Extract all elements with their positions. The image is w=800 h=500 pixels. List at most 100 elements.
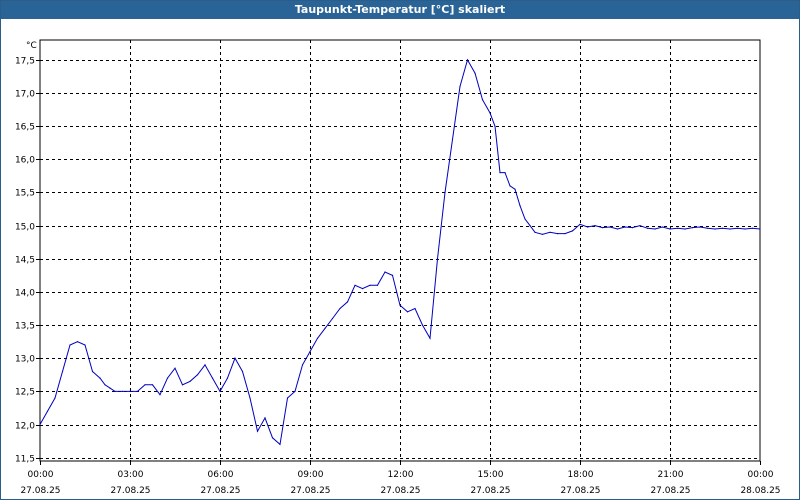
data-point [189,380,191,382]
data-point [166,377,169,379]
data-point [459,85,461,87]
data-point [324,327,326,329]
y-tick-label: 17,5 [15,57,35,67]
data-point [361,288,364,290]
data-point [249,397,251,399]
dewpoint-chart: °C 11,512,012,513,013,514,014,515,015,51… [15,39,781,496]
data-point [429,337,431,339]
data-point [514,188,516,190]
data-point [384,271,386,273]
data-point [301,364,304,366]
data-point [699,226,701,228]
x-tick-time-label: 15:00 [478,470,504,480]
data-point [204,364,206,366]
data-point [421,324,424,326]
data-point [646,227,649,229]
data-point [294,390,296,392]
data-point [159,394,161,396]
y-tick-label: 14,0 [15,289,35,299]
data-point [61,370,64,373]
data-point [676,227,679,229]
data-point [99,377,101,379]
data-point [691,227,694,229]
data-point [609,226,611,228]
data-point [534,231,536,233]
data-point [256,430,259,432]
data-point [474,72,476,74]
data-point [736,227,739,229]
x-axis: 00:00 27.08.25 03:00 27.08.25 06:00 27.08.25 0… [20,461,781,496]
data-point [509,185,511,187]
data-point [481,99,484,101]
data-point [489,112,491,114]
data-point [109,387,111,389]
y-tick-label: 12,5 [15,388,35,398]
y-tick-label: 11,5 [15,455,35,465]
x-tick-time-label: 03:00 [118,470,144,480]
x-tick-time-label: 00:00 [748,470,774,480]
data-point [369,284,371,286]
data-point [639,225,641,227]
y-tick-label: 14,5 [15,256,35,266]
data-point [729,228,731,230]
data-point [181,384,184,386]
data-point [376,284,379,286]
data-point [196,374,199,376]
data-point [744,228,746,230]
data-point [586,226,589,228]
data-point [91,370,94,373]
data-point [84,344,86,346]
x-tick-time-label: 12:00 [388,470,414,480]
x-tick-date-label: 27.08.25 [650,486,690,496]
data-point [121,390,124,392]
data-point [594,225,596,227]
data-point [151,384,154,386]
data-point [714,228,716,230]
data-point [211,377,214,379]
x-tick-date-label: 28.08.25 [740,486,780,496]
x-tick-time-label: 00:00 [28,470,54,480]
data-point [529,225,531,227]
data-point [226,377,229,379]
x-tick-date-label: 27.08.25 [110,486,150,496]
data-point [541,233,544,235]
x-tick-time-label: 21:00 [658,470,684,480]
data-point [271,437,274,439]
data-point [234,357,236,359]
y-tick-label: 15,5 [15,189,35,199]
data-point [624,226,626,228]
data-point [406,311,409,313]
data-point [46,410,49,412]
x-tick-date-label: 27.08.25 [200,486,240,496]
data-point [654,228,656,230]
data-point [436,258,439,260]
y-tick-label: 15,0 [15,223,35,233]
data-point [399,304,401,306]
data-point [661,226,664,228]
data-point [129,390,131,392]
data-point [104,384,106,386]
data-point [316,337,319,339]
y-axis: 11,5 12,0 12,5 13,0 13,5 14,0 14,5 15,0 15,5 16,0… [15,57,40,465]
data-point [601,227,604,229]
data-point [444,191,446,194]
x-tick-time-label: 18:00 [568,470,594,480]
data-point [556,233,559,235]
y-tick-label: 13,0 [15,355,35,365]
data-point [54,397,56,399]
data-point [519,205,521,207]
y-axis-unit-label: °C [26,41,37,51]
data-point [279,443,281,445]
x-tick-date-label: 27.08.25 [380,486,420,496]
data-point [759,228,761,230]
data-point [69,344,71,346]
data-point [524,218,526,220]
data-point [466,59,469,61]
data-point [684,228,686,230]
data-point [669,228,671,230]
data-point [76,341,79,343]
data-point [339,307,341,310]
data-point [286,397,289,399]
data-point [579,223,581,225]
data-point [144,384,146,386]
